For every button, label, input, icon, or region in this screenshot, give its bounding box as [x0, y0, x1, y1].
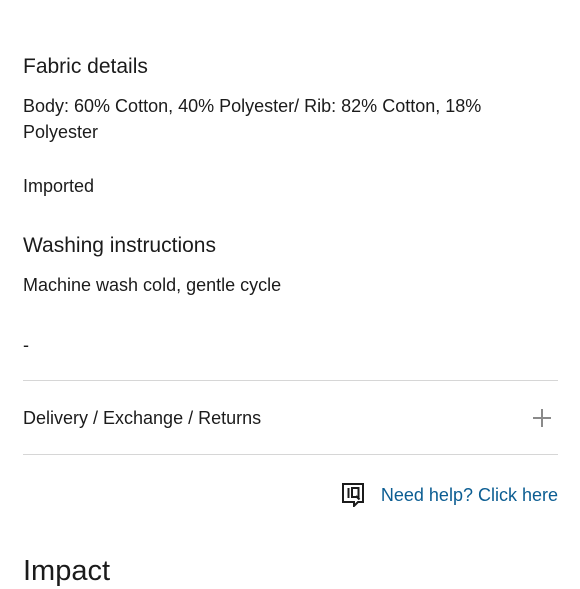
- delivery-exchange-returns-accordion[interactable]: Delivery / Exchange / Returns: [23, 381, 558, 454]
- fabric-composition-line-1: Body: 60% Cotton, 40% Polyester/ Rib: 82…: [23, 96, 482, 116]
- washing-note-text: -: [23, 335, 29, 355]
- accordion-label: Delivery / Exchange / Returns: [23, 408, 262, 428]
- need-help-link[interactable]: Need help? Click here: [381, 482, 558, 508]
- need-help-link-row[interactable]: Need help? Click here: [341, 481, 558, 509]
- plus-icon[interactable]: [533, 409, 551, 427]
- iq-chat-icon: [341, 483, 364, 507]
- washing-instructions-heading: Washing instructions: [23, 234, 216, 257]
- divider-bottom: [23, 454, 558, 455]
- origin-text: Imported: [23, 176, 95, 196]
- washing-instructions-text: Machine wash cold, gentle cycle: [23, 275, 282, 295]
- fabric-details-heading: Fabric details: [23, 55, 148, 78]
- impact-heading: Impact: [23, 555, 111, 587]
- fabric-composition-line-2: Polyester: [23, 122, 99, 142]
